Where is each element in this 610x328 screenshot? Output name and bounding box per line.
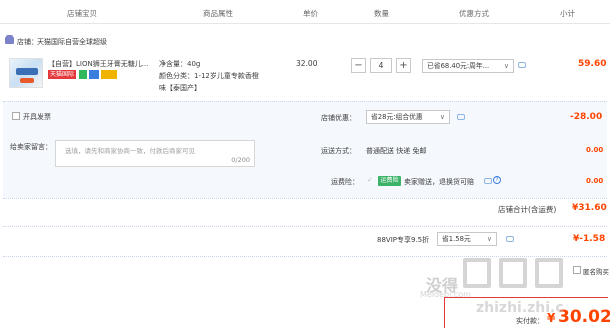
chevron-down-icon: ∨	[486, 235, 492, 243]
shop-discount-value: 省28元:组合优惠	[371, 113, 423, 121]
header-attr: 商品属性	[203, 9, 233, 18]
chat-bubble-icon[interactable]	[457, 114, 465, 120]
invoice-label: 开具发票	[23, 113, 51, 121]
help-icon[interactable]: ?	[493, 176, 501, 184]
seller-note-input[interactable]: 选填，请先和商家协商一致，付款后商家可见 0/200	[55, 140, 255, 167]
qty-minus-button[interactable]: −	[351, 58, 366, 73]
unit-price: 32.00	[296, 59, 318, 68]
watermark-logo	[463, 258, 603, 294]
chevron-down-icon: ∨	[503, 62, 509, 70]
divider	[3, 226, 607, 227]
shop-discount-amount: -28.00	[570, 112, 603, 122]
insurance-badge: 运费险	[378, 176, 401, 186]
insurance-amount: 0.00	[586, 177, 604, 185]
item-discount-select[interactable]: 已省68.40元:周年... ∨	[422, 59, 514, 73]
chat-bubble-icon[interactable]	[506, 236, 514, 242]
product-thumbnail[interactable]	[9, 58, 43, 88]
divider	[3, 256, 607, 257]
invoice-checkbox[interactable]	[12, 112, 20, 120]
header-discount: 优惠方式	[459, 9, 489, 18]
qty-input[interactable]: 4	[370, 58, 392, 73]
column-header: 店铺宝贝 商品属性 单价 数量 优惠方式 小计	[0, 0, 610, 24]
header-qty: 数量	[374, 9, 389, 18]
shipping-label: 运送方式：	[321, 147, 356, 155]
attr-color-line2: 味【泰国产】	[159, 84, 201, 92]
vip-discount-value: 省1.58元	[442, 235, 471, 243]
header-price: 单价	[303, 9, 318, 18]
shop-label: 店铺：	[17, 38, 38, 46]
vip-amount: ¥-1.58	[573, 234, 606, 244]
chat-bubble-icon[interactable]	[518, 62, 526, 68]
shipping-value: 普通配送 快递 免邮	[366, 147, 427, 155]
shop-discount-select[interactable]: 省28元:组合优惠 ∨	[366, 110, 450, 124]
attr-weight: 净含量：40g	[159, 60, 201, 68]
insurance-check-icon: ✓	[367, 176, 373, 184]
note-label: 给卖家留言：	[10, 143, 52, 151]
seven-day-icon	[79, 70, 87, 79]
shop-name[interactable]: 天猫国际自营全球超级	[37, 37, 107, 47]
shop-total-amount: ¥31.60	[572, 203, 607, 213]
divider	[3, 198, 607, 199]
insurance-label: 运费险：	[331, 178, 359, 186]
qty-plus-button[interactable]: +	[396, 58, 411, 73]
header-item: 店铺宝贝	[67, 9, 97, 18]
shipping-amount: 0.00	[586, 146, 604, 154]
shop-total-label: 店铺合计(含运费)	[498, 205, 557, 214]
vip-discount-select[interactable]: 省1.58元 ∨	[437, 232, 497, 246]
shop-icon	[5, 35, 14, 44]
chat-bubble-icon[interactable]	[484, 178, 492, 184]
item-subtotal: 59.60	[578, 59, 607, 69]
quantity-stepper: − 4 +	[351, 58, 411, 73]
tmall-global-tag: 天猫国际	[48, 70, 77, 79]
vip-label: 88VIP专享9.5折	[377, 236, 430, 244]
service-icon	[89, 70, 99, 79]
shop-discount-label: 店铺优惠：	[321, 114, 356, 122]
pay-label: 实付款：	[516, 317, 544, 325]
header-subtotal: 小计	[560, 9, 575, 18]
chevron-down-icon: ∨	[439, 113, 445, 121]
pay-amount: 30.02	[558, 307, 610, 327]
note-counter: 0/200	[231, 156, 250, 164]
product-title[interactable]: 【自营】LION狮王牙膏无糖儿...	[48, 59, 148, 69]
item-discount-value: 已省68.40元:周年...	[427, 62, 490, 70]
watermark-text-2: zhizhi.zhi.c	[476, 300, 564, 316]
insurance-text: 卖家赠送，退换货可赔	[404, 178, 474, 186]
note-placeholder: 选填，请先和商家协商一致，付款后商家可见	[65, 147, 195, 155]
credit-icon	[101, 70, 117, 79]
attr-color-line1: 颜色分类：1-12岁儿童专款香橙	[159, 72, 259, 80]
